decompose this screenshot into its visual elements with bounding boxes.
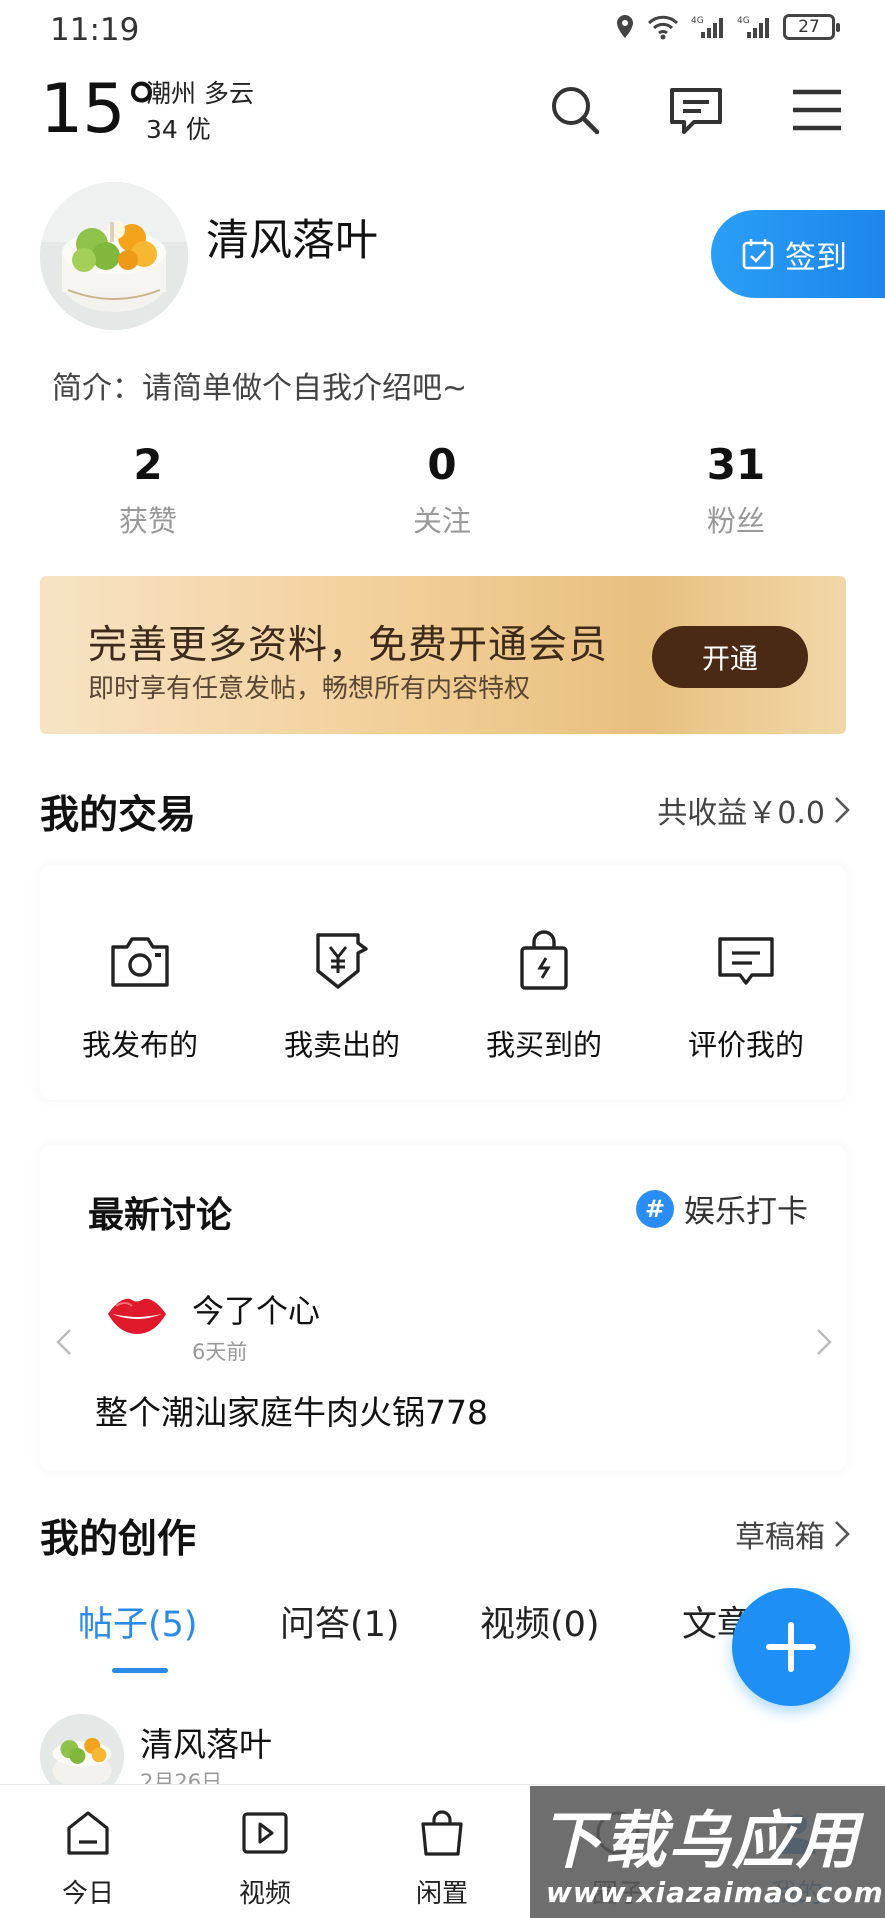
- trade-item-sold[interactable]: 我卖出的: [242, 926, 442, 1064]
- drafts-link[interactable]: 草稿箱: [735, 1512, 851, 1556]
- menu-button[interactable]: [787, 80, 847, 140]
- tab-videos[interactable]: 视频(0): [480, 1596, 600, 1647]
- bio[interactable]: 简介：请简单做个自我介绍吧~: [52, 363, 467, 407]
- trade-item-reviews[interactable]: 评价我的: [646, 926, 846, 1064]
- signal-icon-1: 4G: [691, 16, 723, 38]
- vip-subtitle: 即时享有任意发帖，畅想所有内容特权: [88, 674, 531, 704]
- trade-item-label: 评价我的: [687, 1028, 804, 1062]
- nav-label: 视频: [238, 1879, 291, 1909]
- discussion-text[interactable]: 整个潮汕家庭牛肉火锅778: [95, 1386, 488, 1434]
- weather-info[interactable]: 潮州 多云 34 优: [146, 76, 254, 148]
- creation-section-title: 我的创作: [40, 1517, 197, 1562]
- screen: 11:19 4G 4G 27 15° 潮州 多云 34 优 清风落叶 签到 简介…: [0, 0, 885, 1918]
- search-button[interactable]: [545, 80, 605, 140]
- stat-following[interactable]: 0 关注: [352, 440, 532, 540]
- sign-in-label: 签到: [785, 239, 847, 276]
- menu-icon: [793, 89, 841, 131]
- vip-activate-button[interactable]: 开通: [652, 626, 808, 688]
- username[interactable]: 清风落叶: [206, 206, 378, 268]
- post-username[interactable]: 清风落叶: [140, 1718, 272, 1766]
- stat-value: 31: [706, 440, 766, 489]
- status-bar: 11:19 4G 4G 27: [0, 0, 885, 62]
- discussion-tag-label: 娱乐打卡: [684, 1194, 808, 1230]
- trade-section-title: 我的交易: [40, 793, 197, 838]
- home-icon: [67, 1811, 109, 1855]
- chevron-right-icon: [835, 1521, 850, 1547]
- nav-video[interactable]: 视频: [205, 1805, 325, 1910]
- watermark-url: www.xiazaimao.com: [546, 1876, 884, 1909]
- nav-label: 闲置: [415, 1879, 468, 1909]
- stat-followers[interactable]: 31 粉丝: [646, 440, 826, 540]
- wifi-icon: [647, 15, 679, 40]
- active-tab-indicator: [112, 1668, 168, 1673]
- chevron-right-icon: [835, 797, 850, 823]
- profile-stats: 2 获赞 0 关注 31 粉丝: [0, 440, 885, 550]
- messages-button[interactable]: [666, 80, 726, 140]
- status-time: 11:19: [50, 12, 140, 48]
- video-icon: [242, 1812, 288, 1854]
- stat-value: 0: [427, 440, 457, 489]
- discussion-card[interactable]: 最新讨论 # 娱乐打卡 今了个心 6天前 整个潮汕家庭牛肉火锅778: [40, 1146, 846, 1470]
- discussion-tag[interactable]: # 娱乐打卡: [636, 1186, 808, 1231]
- signal-icon-2: 4G: [737, 16, 769, 38]
- trade-item-published[interactable]: 我发布的: [40, 926, 240, 1064]
- vip-title: 完善更多资料，免费开通会员: [88, 623, 609, 668]
- vip-banner[interactable]: 完善更多资料，免费开通会员 即时享有任意发帖，畅想所有内容特权 开通: [40, 576, 846, 734]
- chevron-right-icon[interactable]: [814, 1326, 834, 1358]
- chevron-left-icon[interactable]: [54, 1326, 74, 1358]
- trade-item-bought[interactable]: 我买到的: [444, 926, 644, 1064]
- watermark-overlay: 下载乌应用 www.xiazaimao.com: [530, 1786, 885, 1918]
- comment-icon: [718, 937, 774, 985]
- trade-item-label: 我发布的: [81, 1028, 198, 1062]
- air-quality: 34 优: [146, 115, 211, 144]
- bag-icon: [421, 1810, 463, 1856]
- shopping-bag-icon: [520, 930, 568, 990]
- trade-item-label: 我卖出的: [283, 1028, 400, 1062]
- watermark-title: 下载乌应用: [540, 1804, 861, 1877]
- tab-qa[interactable]: 问答(1): [280, 1596, 400, 1647]
- temperature[interactable]: 15°: [40, 70, 159, 149]
- stat-label: 关注: [412, 504, 471, 538]
- avatar-image: [40, 182, 188, 330]
- stat-value: 2: [133, 440, 163, 489]
- earnings-text: 共收益￥0.0: [657, 796, 825, 831]
- battery-icon: 27: [783, 14, 840, 40]
- search-icon: [552, 87, 600, 135]
- city-weather: 潮州 多云: [146, 79, 254, 108]
- lips-avatar-icon: [108, 1298, 166, 1334]
- svg-text:4G: 4G: [691, 16, 704, 26]
- nav-today[interactable]: 今日: [28, 1805, 148, 1910]
- stat-likes[interactable]: 2 获赞: [58, 440, 238, 540]
- weather-header: 15° 潮州 多云 34 优: [0, 62, 885, 160]
- trade-card: 我发布的 我卖出的 我买到的 评价我的: [40, 866, 846, 1100]
- yen-tag-icon: [316, 933, 368, 989]
- drafts-label: 草稿箱: [735, 1520, 825, 1555]
- create-post-button[interactable]: [732, 1588, 850, 1706]
- calendar-check-icon: [742, 239, 774, 270]
- nav-label: 今日: [61, 1879, 114, 1909]
- svg-text:4G: 4G: [737, 16, 750, 26]
- avatar[interactable]: [40, 182, 188, 330]
- sign-in-button[interactable]: 签到: [711, 210, 885, 298]
- trade-item-label: 我买到的: [485, 1028, 602, 1062]
- tab-posts[interactable]: 帖子(5): [78, 1596, 198, 1647]
- discussion-username[interactable]: 今了个心: [192, 1286, 320, 1332]
- stat-label: 获赞: [118, 504, 177, 538]
- hashtag-icon: #: [636, 1189, 674, 1228]
- nav-idle[interactable]: 闲置: [382, 1805, 502, 1910]
- location-icon: [617, 15, 633, 38]
- status-icons: 4G 4G 27: [615, 14, 840, 40]
- camera-icon: [111, 937, 169, 987]
- stat-label: 粉丝: [706, 504, 765, 538]
- plus-icon: [766, 1622, 816, 1672]
- earnings-link[interactable]: 共收益￥0.0: [657, 788, 851, 832]
- discussion-title: 最新讨论: [88, 1195, 233, 1236]
- message-icon: [670, 88, 722, 134]
- discussion-time: 6天前: [192, 1340, 248, 1364]
